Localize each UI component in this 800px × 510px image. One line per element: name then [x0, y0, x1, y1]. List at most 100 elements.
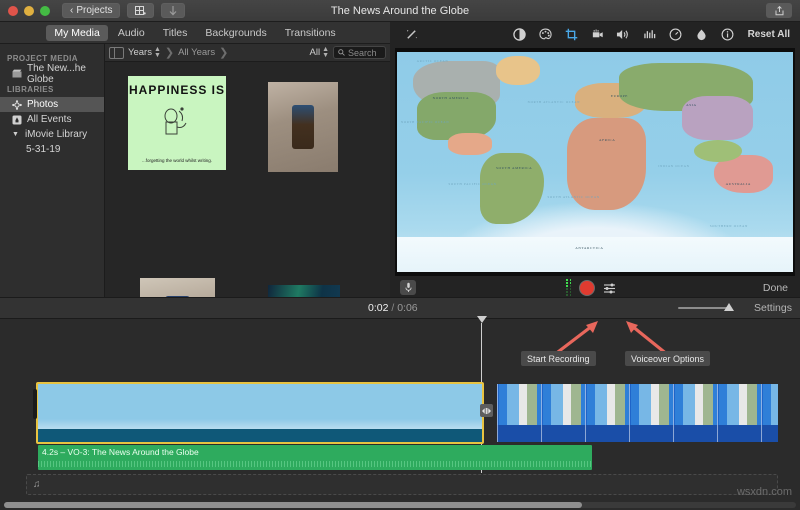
clip-left-trim-handle[interactable] — [33, 389, 37, 419]
breadcrumb-scope-label: All Years — [178, 47, 215, 58]
transition-badge[interactable] — [480, 404, 493, 417]
timeline-clip-waterfall[interactable] — [497, 384, 778, 442]
map-label-europe: EUROPE — [611, 94, 628, 98]
sidebar-toggle-icon[interactable] — [109, 47, 124, 59]
timeline-toolbar: 0:02 / 0:06 Settings — [0, 297, 800, 319]
total-time: 0:06 — [397, 302, 417, 314]
chevron-left-icon: ‹ — [70, 5, 73, 16]
timecode-display: 0:02 / 0:06 — [368, 302, 418, 314]
tab-backgrounds[interactable]: Backgrounds — [197, 25, 274, 41]
chevron-updown-icon-2: ▲▼ — [322, 47, 329, 59]
close-button[interactable] — [8, 6, 18, 16]
media-browser: Years ▲▼ ❯ All Years ❯ All ▲▼ Search — [105, 44, 390, 297]
info-icon — [721, 28, 734, 41]
viewer-screen[interactable]: NORTH AMERICA SOUTH AMERICA EUROPE AFRIC… — [395, 48, 795, 276]
import-media-button[interactable] — [161, 3, 185, 18]
volume-tool[interactable] — [612, 23, 634, 45]
clip-audio-band — [38, 429, 482, 442]
color-correction-icon — [539, 28, 552, 41]
sidebar-item-imovie-library[interactable]: ▼ iMovie Library — [0, 127, 104, 142]
thumbnail-aurora-photo[interactable] — [268, 285, 340, 297]
download-arrow-icon — [169, 6, 177, 16]
crop-icon — [565, 28, 578, 41]
viewer-toolbar: Reset All — [390, 22, 800, 46]
voiceover-options-button[interactable] — [603, 282, 617, 294]
tab-my-media[interactable]: My Media — [46, 25, 108, 41]
back-to-projects-button[interactable]: ‹ Projects — [62, 3, 120, 18]
speed-tool[interactable] — [664, 23, 686, 45]
current-time: 0:02 — [368, 302, 388, 314]
reset-all-button[interactable]: Reset All — [748, 29, 790, 40]
voiceover-done-button[interactable]: Done — [763, 282, 788, 294]
media-tab-bar: My Media Audio Titles Backgrounds Transi… — [0, 22, 390, 44]
audio-waveform — [38, 461, 592, 467]
annotation-layer: Start Recording Voiceover Options — [0, 319, 800, 377]
stabilization-tool[interactable] — [586, 23, 608, 45]
map-label-asia: ASIA — [686, 103, 697, 107]
scrollbar-thumb[interactable] — [4, 502, 582, 508]
noise-reduction-icon — [643, 28, 656, 41]
tab-transitions[interactable]: Transitions — [277, 25, 344, 41]
noise-reduction-tool[interactable] — [638, 23, 660, 45]
thumbnail-happiness-card[interactable]: HAPPINESS IS ...forgetting the world whi… — [128, 76, 226, 170]
map-label-australia: AUSTRALIA — [726, 182, 751, 186]
timecode-separator: / — [391, 302, 394, 314]
map-label-north-pacific: NORTH PACIFIC OCEAN — [401, 120, 449, 124]
viewer-tool-group — [508, 23, 738, 45]
music-drop-lane[interactable]: ♫ — [26, 474, 778, 495]
map-label-north-america: NORTH AMERICA — [433, 96, 469, 100]
timeline-horizontal-scrollbar[interactable] — [4, 502, 796, 508]
filmstrip-frame-separators — [497, 384, 778, 442]
sidebar-item-event-5-31-19[interactable]: 5-31-19 — [0, 142, 104, 157]
tab-audio[interactable]: Audio — [110, 25, 153, 41]
disclosure-triangle-icon[interactable]: ▼ — [12, 131, 19, 138]
timeline-clip-world-map[interactable] — [38, 384, 482, 442]
breadcrumb-scope[interactable]: All Years — [174, 47, 219, 58]
share-button[interactable] — [766, 3, 792, 18]
timeline-settings-button[interactable]: Settings — [754, 302, 792, 314]
search-icon — [338, 49, 345, 56]
minimize-button[interactable] — [24, 6, 34, 16]
layout-music-button[interactable] — [127, 3, 154, 18]
magic-wand-icon[interactable] — [400, 23, 422, 45]
thumbnail-blue-can-photo[interactable] — [268, 82, 338, 172]
sidebar-item-photos[interactable]: Photos — [0, 97, 104, 112]
color-balance-tool[interactable] — [508, 23, 530, 45]
zoom-slider-knob[interactable] — [724, 303, 734, 311]
window-controls[interactable] — [0, 6, 50, 16]
clip-filter-tool[interactable] — [690, 23, 712, 45]
clapperboard-icon — [12, 69, 22, 79]
sidebar-item-all-events[interactable]: All Events — [0, 112, 104, 127]
sidebar-item-label: The New...he Globe — [27, 63, 100, 85]
transition-icon — [482, 407, 491, 415]
media-filter[interactable]: All ▲▼ — [306, 47, 334, 59]
voiceover-controls — [566, 279, 617, 296]
thumbnail-bud-can-photo[interactable] — [140, 278, 215, 297]
back-button-label: Projects — [76, 5, 112, 16]
search-input[interactable]: Search — [333, 46, 386, 59]
microphone-icon — [405, 282, 412, 293]
tab-titles[interactable]: Titles — [155, 25, 196, 41]
sidebar-item-project-movie[interactable]: The New...he Globe — [0, 66, 104, 81]
map-label-north-atlantic: NORTH ATLANTIC OCEAN — [528, 100, 581, 104]
share-icon — [775, 6, 784, 16]
thumbnail-caption: ...forgetting the world whilst writing. — [142, 158, 212, 170]
color-correction-tool[interactable] — [534, 23, 556, 45]
microphone-button[interactable] — [400, 280, 416, 295]
media-filter-label: All — [310, 47, 321, 58]
thumbnail-title: HAPPINESS IS — [129, 83, 225, 97]
audio-level-meter — [566, 279, 571, 296]
map-label-africa: AFRICA — [599, 138, 615, 142]
crop-tool[interactable] — [560, 23, 582, 45]
photos-icon — [12, 100, 22, 110]
media-thumbnail-grid: HAPPINESS IS ...forgetting the world whi… — [105, 62, 390, 297]
map-label-arctic-ocean: ARCTIC OCEAN — [417, 59, 449, 63]
zoom-button[interactable] — [40, 6, 50, 16]
playhead-handle[interactable] — [477, 316, 487, 323]
record-button[interactable] — [579, 280, 595, 296]
sidebar-item-label: All Events — [27, 114, 71, 125]
breadcrumb-group-by[interactable]: Years ▲▼ — [124, 47, 165, 59]
clip-information-tool[interactable] — [716, 23, 738, 45]
timeline-audio-clip[interactable]: 4.2s – VO-3: The News Around the Globe — [38, 445, 592, 470]
timeline-zoom-slider[interactable] — [678, 303, 734, 313]
